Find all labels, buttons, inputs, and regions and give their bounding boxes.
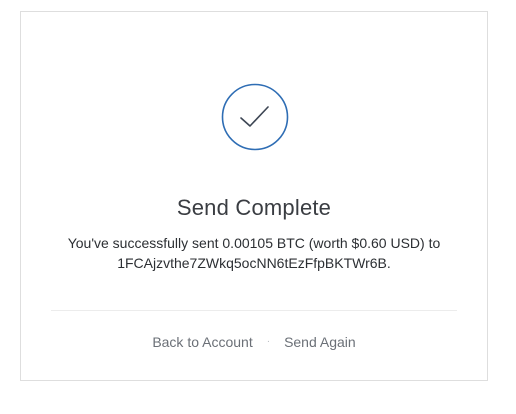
back-to-account-link[interactable]: Back to Account [152,333,252,351]
confirmation-message: You've successfully sent 0.00105 BTC (wo… [21,233,487,273]
send-complete-card: Send Complete You've successfully sent 0… [20,11,488,381]
send-again-link[interactable]: Send Again [284,333,356,351]
message-amount-line: You've successfully sent 0.00105 BTC (wo… [67,235,441,251]
separator-dot: · [266,336,271,347]
divider [51,310,457,311]
checkmark-icon [221,83,289,151]
recipient-address: 1FCAjzvthe7ZWkq5ocNN6tEzFfpBKTWr6B. [117,255,391,271]
action-links: Back to Account · Send Again [21,333,487,351]
page-title: Send Complete [176,195,332,220]
